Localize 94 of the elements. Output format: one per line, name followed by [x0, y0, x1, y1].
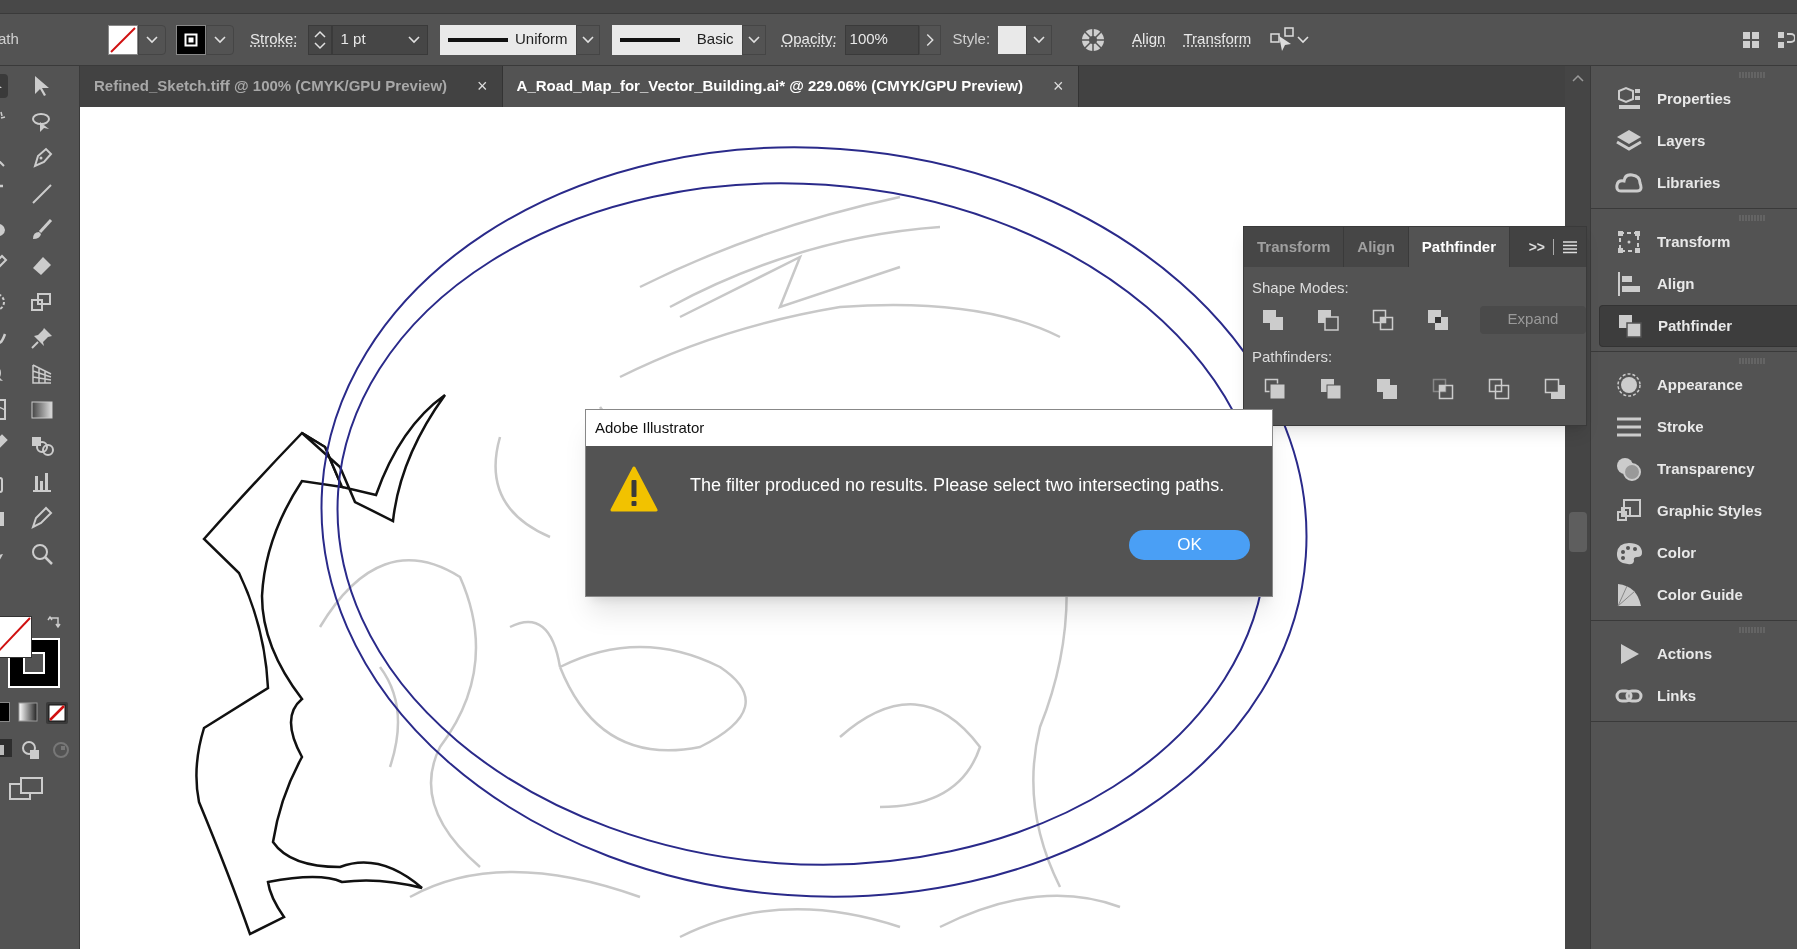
panel-dock-item[interactable]: Pathfinder	[1599, 305, 1797, 347]
gradient-icon[interactable]	[30, 398, 54, 422]
align-icon	[1615, 270, 1643, 298]
transform-icon	[1615, 228, 1643, 256]
close-tab-button[interactable]: ×	[1053, 73, 1064, 100]
panel-dock-item[interactable]: Align	[1599, 263, 1797, 305]
none-slash-icon	[109, 25, 137, 54]
pin-icon[interactable]	[30, 326, 54, 350]
opacity-field[interactable]: 100%	[844, 24, 919, 55]
brush-dropdown[interactable]: Basic	[611, 24, 742, 55]
dialog-title: Adobe Illustrator	[595, 417, 705, 438]
blend-icon[interactable]	[30, 434, 54, 458]
minus-front-icon[interactable]	[1317, 308, 1339, 331]
color-guide-icon	[1615, 581, 1643, 609]
screen-mode-icon[interactable]	[8, 776, 44, 802]
panel-tab[interactable]: Align	[1344, 227, 1409, 267]
exclude-icon[interactable]	[1427, 308, 1449, 331]
fill-color-swatch[interactable]	[0, 616, 32, 658]
trim-icon[interactable]	[1320, 378, 1342, 400]
stroke-stepper[interactable]	[307, 24, 332, 55]
minus-back-icon[interactable]	[1544, 378, 1566, 400]
caret-icon[interactable]	[1297, 35, 1310, 44]
fill-swatch[interactable]	[108, 24, 138, 55]
intersect-icon[interactable]	[1372, 308, 1394, 331]
pen-icon[interactable]	[30, 146, 54, 170]
scroll-up-icon[interactable]	[1571, 74, 1584, 82]
transform-link[interactable]: Transform	[1183, 28, 1252, 51]
draw-behind-icon[interactable]	[20, 739, 42, 761]
variable-width-dropdown[interactable]: Uniform	[439, 24, 576, 55]
variable-width-dropdown-caret[interactable]	[575, 24, 600, 55]
stroke-weight-field[interactable]: 1 pt	[331, 24, 428, 55]
up-down-arrows-icon	[313, 28, 326, 51]
appearance-icon	[1615, 371, 1643, 399]
shape-modes-label: Shape Modes:	[1252, 278, 1350, 298]
panel-tab[interactable]: Transform	[1244, 227, 1345, 267]
paintbrush-icon[interactable]	[30, 218, 54, 242]
swap-arrows-icon[interactable]	[47, 614, 63, 630]
scale-icon[interactable]	[30, 290, 54, 314]
style-dropdown[interactable]	[1026, 24, 1053, 55]
stroke-dropdown[interactable]	[206, 24, 234, 55]
caret-icon[interactable]	[214, 35, 226, 44]
line-icon[interactable]	[30, 182, 54, 206]
close-tab-button[interactable]: ×	[477, 73, 488, 100]
panel-tab[interactable]: Pathfinder	[1408, 227, 1511, 267]
menu-icon[interactable]	[1562, 240, 1578, 254]
panel-dock-item[interactable]: Actions	[1599, 633, 1797, 675]
caret-icon[interactable]	[747, 35, 760, 44]
graphic-style-swatch[interactable]	[998, 25, 1027, 54]
merge-icon[interactable]	[1376, 378, 1398, 400]
dialog-message: The filter produced no results. Please select two intersecting paths.	[690, 474, 1225, 497]
zoom-icon[interactable]	[30, 542, 54, 566]
recolor-wheel-icon[interactable]	[1080, 26, 1107, 53]
document-tab[interactable]: A_Road_Map_for_Vector_Building.ai* @ 229.06% (CMYK/GPU Preview) ×	[502, 66, 1079, 107]
pathfinder-icon	[1616, 312, 1644, 340]
eraser-icon[interactable]	[30, 254, 54, 278]
warning-icon	[610, 466, 658, 512]
outline-icon[interactable]	[1488, 378, 1510, 400]
slice-icon[interactable]	[30, 506, 54, 530]
panel-overflow-button[interactable]: >>	[1528, 236, 1545, 258]
panel-dock-item[interactable]: Libraries	[1599, 162, 1797, 204]
panel-dock-item[interactable]: Color	[1599, 532, 1797, 574]
opacity-label[interactable]: Opacity:	[781, 28, 837, 51]
panel-dock-item[interactable]: Properties	[1599, 78, 1797, 120]
perspective-grid-icon[interactable]	[30, 362, 54, 386]
gradient-mode-icon[interactable]	[18, 702, 38, 722]
panel-dock-item[interactable]: Stroke	[1599, 406, 1797, 448]
caret-icon[interactable]	[581, 35, 594, 44]
panel-dock-item[interactable]: Transparency	[1599, 448, 1797, 490]
style-label: Style:	[952, 29, 991, 50]
divide-icon[interactable]	[1264, 378, 1286, 400]
stroke-label[interactable]: Stroke:	[250, 28, 298, 51]
panel-dock-item[interactable]: Graphic Styles	[1599, 490, 1797, 532]
stroke-swatch[interactable]	[176, 24, 206, 55]
panel-dock-item[interactable]: Layers	[1599, 120, 1797, 162]
unite-icon[interactable]	[1262, 308, 1284, 331]
chevron-right-icon[interactable]	[918, 24, 941, 55]
grid-arrange-icon[interactable]	[1741, 29, 1761, 50]
panel-dock-item[interactable]: Links	[1599, 675, 1797, 717]
bar-chart-icon[interactable]	[30, 470, 54, 494]
crop-icon[interactable]	[1432, 378, 1454, 400]
panel-dock-item[interactable]: Appearance	[1599, 364, 1797, 406]
scrollbar-thumb[interactable]	[1568, 512, 1587, 552]
panel-dock-item[interactable]: Color Guide	[1599, 574, 1797, 616]
none-mode-icon[interactable]	[46, 702, 68, 724]
caret-icon[interactable]	[1033, 35, 1046, 44]
caret-icon[interactable]	[146, 35, 158, 44]
pathfinders-label: Pathfinders:	[1252, 346, 1334, 367]
transparency-icon	[1615, 455, 1643, 483]
square-icon	[184, 32, 198, 47]
fill-dropdown[interactable]	[138, 24, 166, 55]
align-link[interactable]: Align	[1132, 28, 1166, 51]
panel-dock-item[interactable]: Transform	[1599, 221, 1797, 263]
brush-dropdown-caret[interactable]	[741, 24, 766, 55]
caret-icon[interactable]	[407, 35, 420, 44]
